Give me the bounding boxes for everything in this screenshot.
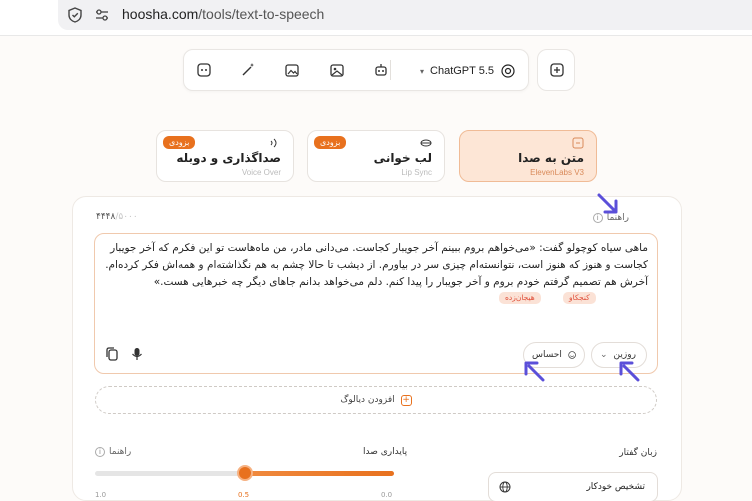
mode-title: صداگذاری و دوبله (176, 151, 281, 165)
mode-subtitle: ElevenLabs V3 (530, 168, 584, 177)
annotation-arrow (597, 193, 618, 214)
language-label: زبان گفتار (619, 448, 657, 458)
url-text[interactable]: hoosha.com/tools/text-to-speech (122, 6, 324, 22)
counter-value: ۴۴۴۸ (96, 212, 116, 222)
language-value: تشخیص خودکار (586, 482, 645, 492)
coming-soon-badge: بزودی (163, 136, 196, 149)
story-text[interactable]: ماهی سیاه کوچولو گفت: «می‌خواهم بروم ببی… (100, 240, 648, 291)
mode-subtitle: Voice Over (241, 168, 281, 177)
new-chat-button[interactable] (537, 49, 575, 91)
speech-icon (572, 137, 584, 149)
stability-guide-link[interactable]: i راهنما (95, 447, 131, 457)
smile-icon (568, 351, 576, 359)
stability-guide-label: راهنما (109, 447, 132, 457)
stability-slider[interactable] (95, 465, 394, 481)
coming-soon-badge: بزودی (314, 136, 347, 149)
model-selector[interactable]: ▾ ChatGPT 5.5 (420, 61, 516, 81)
tick-label: 0.5 (238, 491, 250, 499)
browser-bar: hoosha.com/tools/text-to-speech (0, 0, 752, 36)
slider-handle[interactable] (236, 465, 253, 481)
toolbar-divider (390, 60, 391, 80)
copy-icon[interactable] (104, 346, 120, 362)
plus-icon: + (400, 394, 412, 406)
robot-icon[interactable] (372, 61, 390, 79)
annotation-arrow (619, 361, 640, 382)
counter-max: /۵۰۰۰ (115, 212, 138, 222)
mode-text-to-speech[interactable]: متن به صدا ElevenLabs V3 (459, 130, 597, 182)
emotion-tag[interactable]: کنجکاو (563, 292, 596, 304)
lips-icon (420, 139, 432, 147)
magic-wand-icon[interactable] (239, 61, 257, 79)
model-name: ChatGPT 5.5 (430, 65, 495, 77)
tick-label: 1.0 (95, 491, 107, 499)
mode-title: لب خوانی (373, 151, 432, 165)
language-select[interactable]: تشخیص خودکار (488, 472, 658, 501)
site-settings-icon[interactable] (94, 7, 110, 23)
url-path: /tools/text-to-speech (198, 6, 325, 22)
annotation-arrow (524, 361, 545, 382)
add-dialogue-label: افزودن دیالوگ (340, 395, 395, 405)
new-chat-icon (550, 63, 564, 77)
voice-icon (270, 138, 277, 148)
mode-lip-sync[interactable]: بزودی لب خوانی Lip Sync (307, 130, 445, 182)
image-generate-icon[interactable] (283, 61, 301, 79)
globe-icon (499, 481, 511, 493)
url-host: hoosha.com (122, 6, 199, 22)
chevron-down-icon: ▾ (420, 66, 425, 76)
slider-fill (244, 471, 394, 476)
mode-title: متن به صدا (518, 151, 584, 165)
microphone-icon[interactable] (129, 346, 145, 362)
image-edit-icon[interactable] (328, 61, 346, 79)
chevron-down-icon: ⌄ (600, 350, 608, 360)
mode-subtitle: Lip Sync (401, 168, 432, 177)
tick-label: 0.0 (381, 491, 393, 499)
add-dialogue-button[interactable]: افزودن دیالوگ + (95, 386, 657, 414)
openai-logo-icon (501, 64, 515, 78)
mode-voice-over[interactable]: بزودی صداگذاری و دوبله Voice Over (156, 130, 294, 182)
shield-icon[interactable] (66, 6, 84, 24)
chat-icon[interactable] (195, 61, 213, 79)
emotion-tag[interactable]: هیجان‌زده (499, 292, 541, 304)
info-icon: i (95, 447, 105, 457)
stability-label: پایداری صدا (363, 447, 408, 457)
char-counter: ۴۴۴۸/۵۰۰۰ (96, 212, 138, 222)
